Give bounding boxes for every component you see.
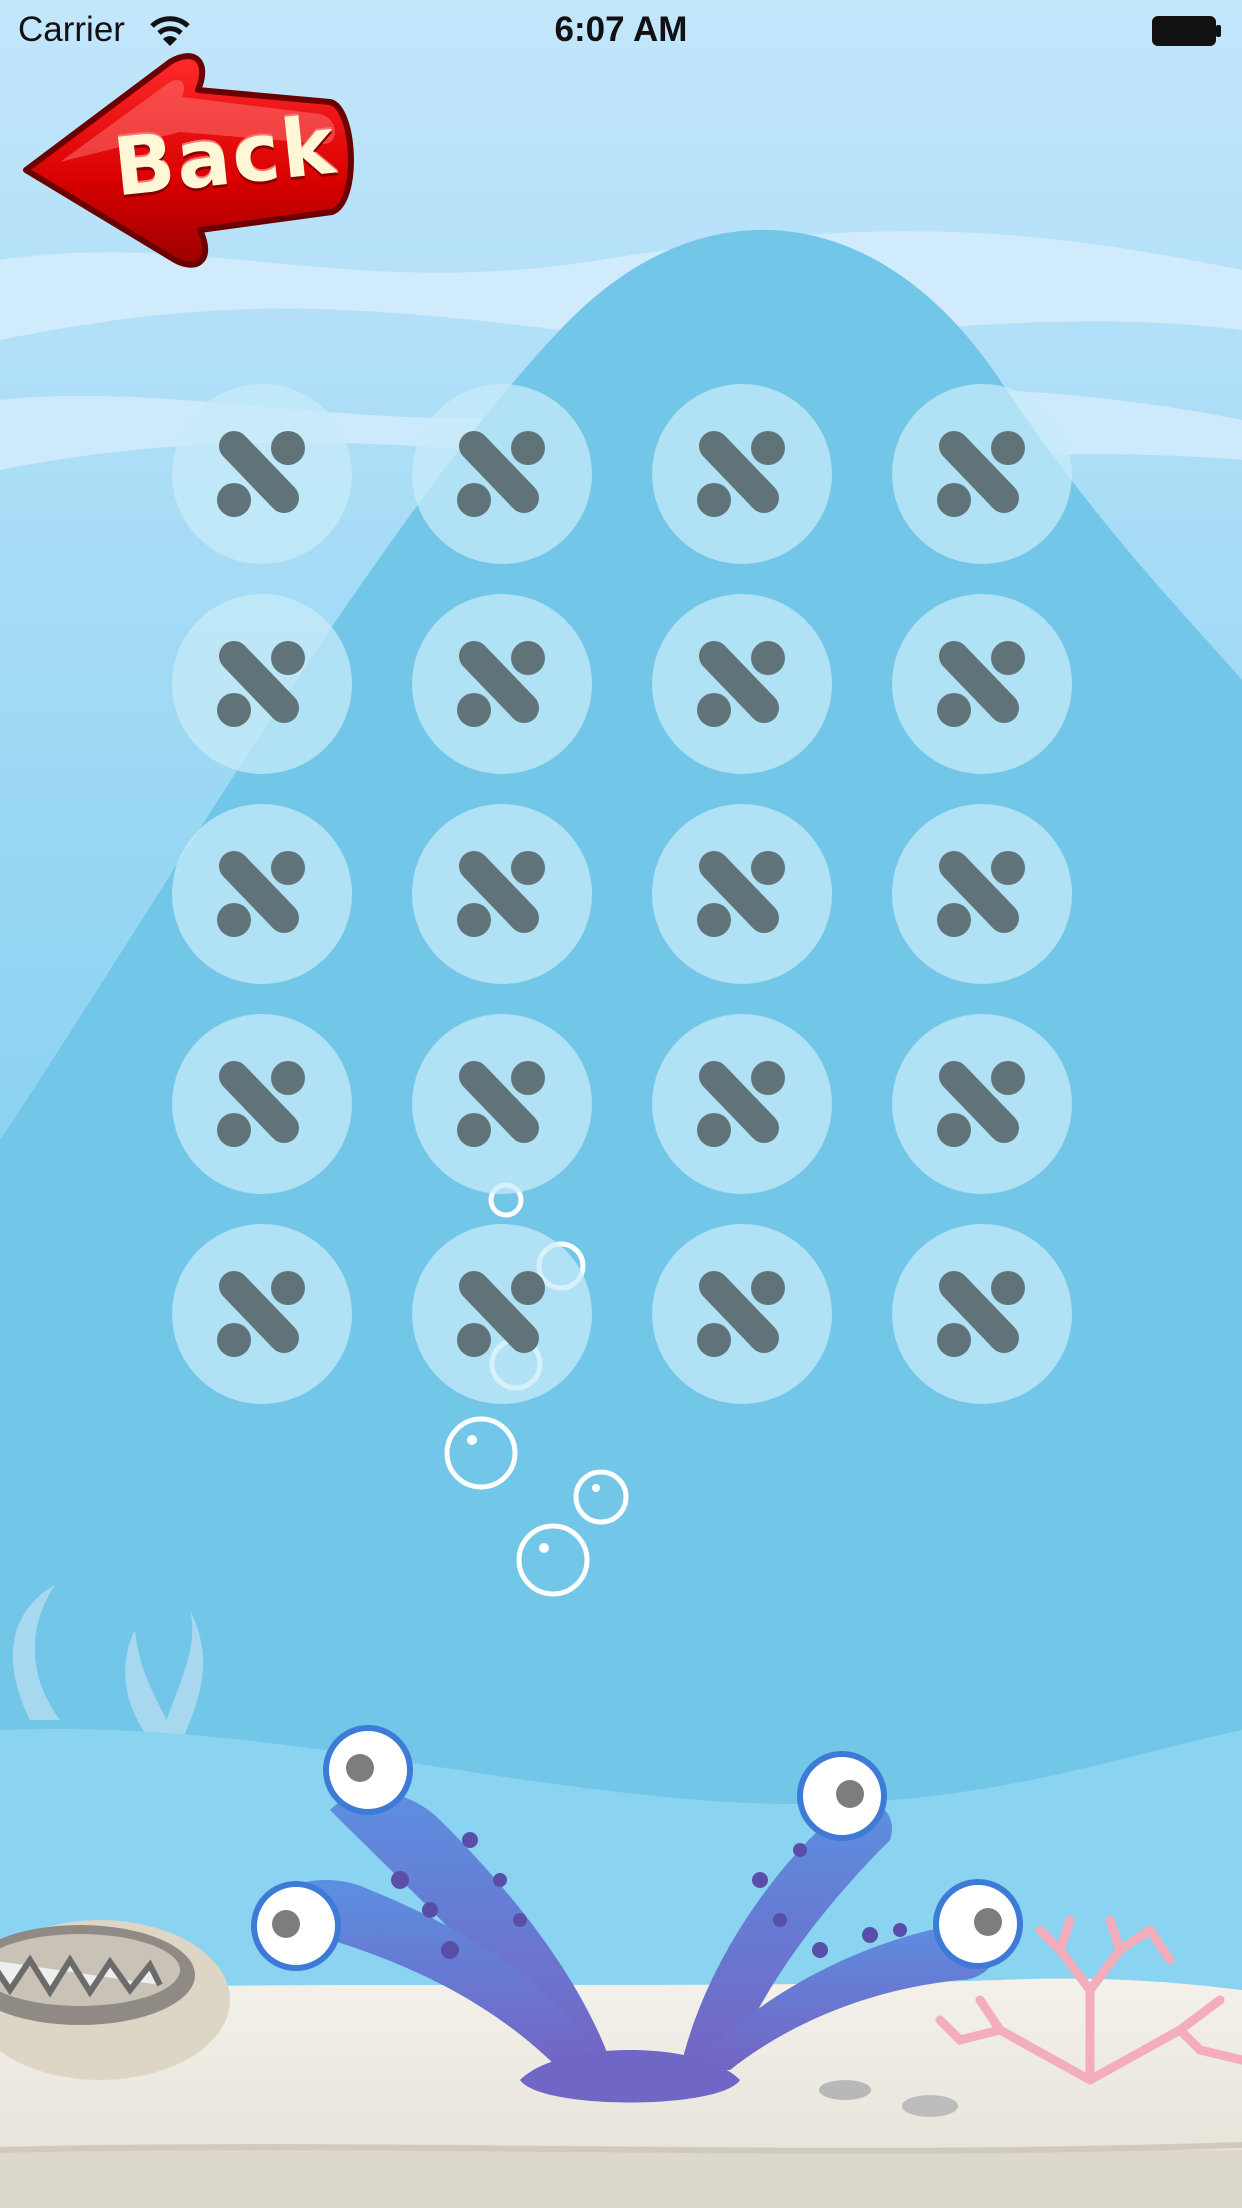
level-grid (172, 384, 1072, 1404)
level-button[interactable] (412, 804, 592, 984)
locked-icon (937, 1271, 1025, 1357)
locked-icon (937, 1061, 1025, 1147)
level-button[interactable] (172, 1014, 352, 1194)
locked-icon (457, 851, 545, 937)
locked-icon (217, 431, 305, 517)
locked-icon (937, 851, 1025, 937)
clock: 6:07 AM (554, 10, 688, 49)
locked-icon (697, 1061, 785, 1147)
locked-icon (937, 641, 1025, 727)
level-button[interactable] (652, 384, 832, 564)
level-button[interactable] (412, 594, 592, 774)
level-button[interactable] (412, 384, 592, 564)
back-button[interactable]: Back (20, 52, 356, 272)
locked-icon (697, 641, 785, 727)
level-button[interactable] (892, 1224, 1072, 1404)
game-stage: Carrier 6:07 AM Back (0, 0, 1242, 2208)
level-button[interactable] (892, 594, 1072, 774)
level-button[interactable] (412, 1224, 592, 1404)
level-button[interactable] (892, 1014, 1072, 1194)
locked-icon (217, 1271, 305, 1357)
level-button[interactable] (652, 1224, 832, 1404)
battery-icon (1152, 16, 1222, 46)
level-button[interactable] (652, 594, 832, 774)
locked-icon (697, 1271, 785, 1357)
locked-icon (457, 1271, 545, 1357)
level-button[interactable] (892, 384, 1072, 564)
locked-icon (217, 851, 305, 937)
level-button[interactable] (412, 1014, 592, 1194)
locked-icon (217, 1061, 305, 1147)
level-button[interactable] (652, 1014, 832, 1194)
locked-icon (457, 1061, 545, 1147)
level-button[interactable] (652, 804, 832, 984)
locked-icon (217, 641, 305, 727)
locked-icon (457, 431, 545, 517)
level-button[interactable] (172, 594, 352, 774)
level-button[interactable] (172, 804, 352, 984)
level-button[interactable] (172, 1224, 352, 1404)
locked-icon (937, 431, 1025, 517)
locked-icon (457, 641, 545, 727)
status-bar: Carrier 6:07 AM (0, 0, 1242, 62)
level-button[interactable] (172, 384, 352, 564)
locked-icon (697, 431, 785, 517)
level-button[interactable] (892, 804, 1072, 984)
locked-icon (697, 851, 785, 937)
